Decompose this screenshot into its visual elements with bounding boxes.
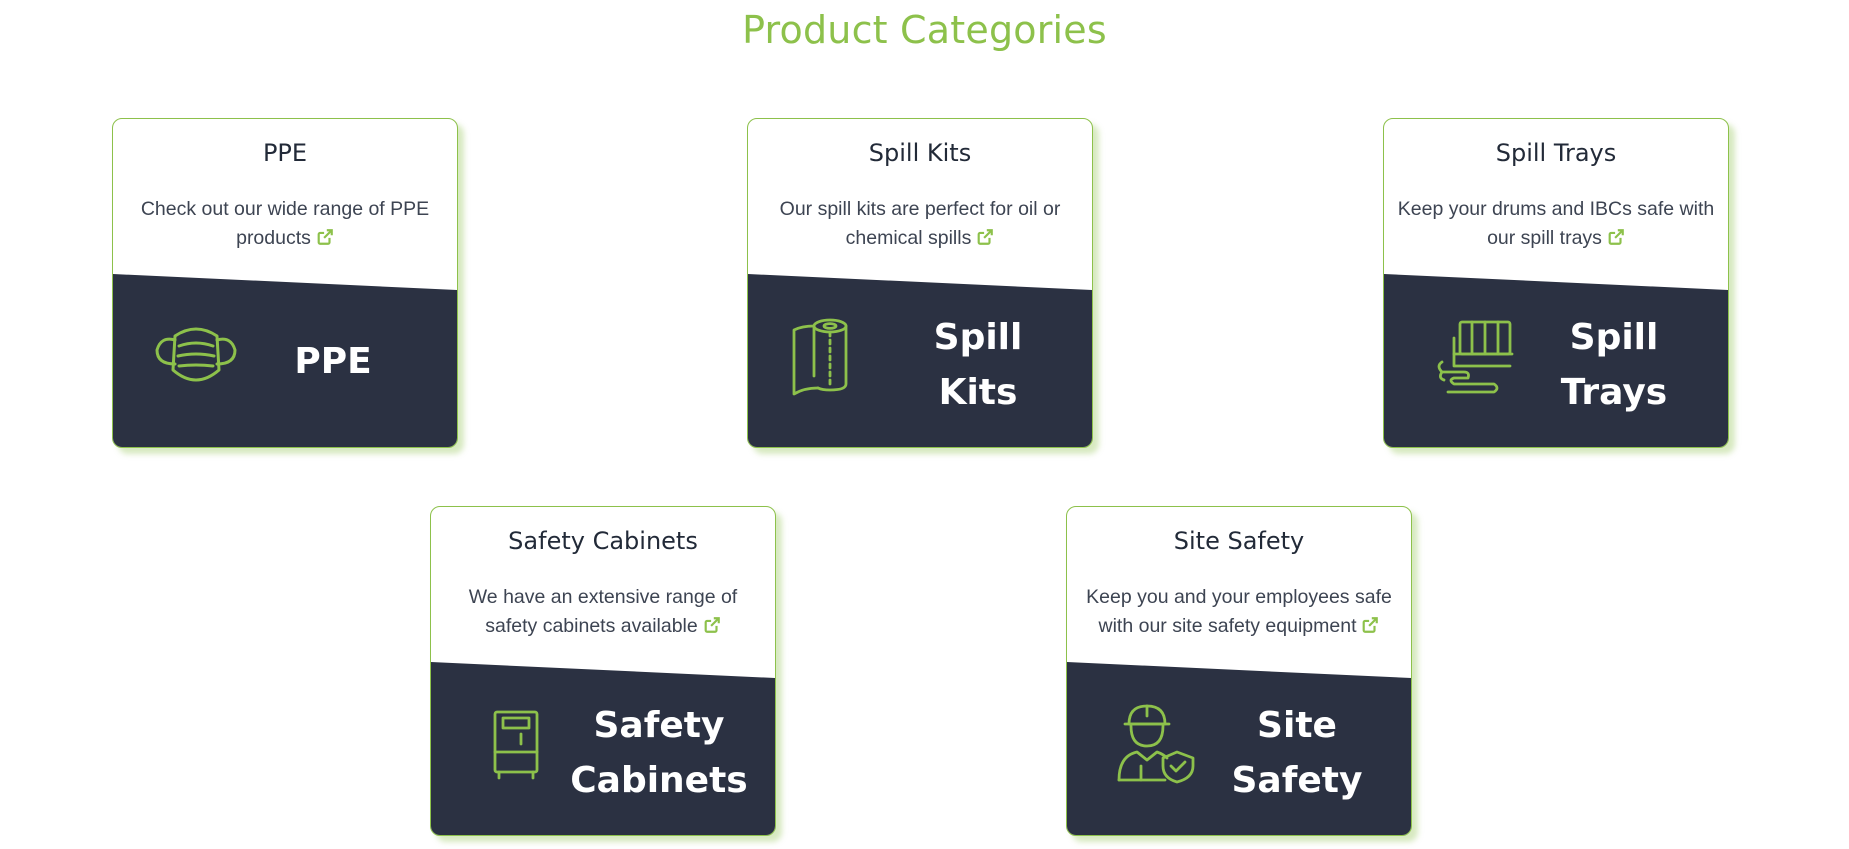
product-categories-section: Product Categories PPE Check out our wid… [0,0,1849,849]
category-card-spill-trays[interactable]: Spill Trays Keep your drums and IBCs saf… [1383,118,1729,448]
card-title: Safety Cabinets [508,527,698,555]
category-card-spill-kits[interactable]: Spill Kits Our spill kits are perfect fo… [747,118,1093,448]
card-image-panel: Site Safety [1067,662,1411,835]
card-description: Keep your drums and IBCs safe with our s… [1394,195,1718,253]
card-description: Our spill kits are perfect for oil or ch… [758,195,1082,253]
external-link-icon[interactable] [316,228,334,246]
card-image-panel: PPE [113,274,457,447]
category-card-ppe[interactable]: PPE Check out our wide range of PPE prod… [112,118,458,448]
category-card-site-safety[interactable]: Site Safety Keep you and your employees … [1066,506,1412,836]
face-mask-icon [155,327,237,382]
card-title: PPE [262,139,308,167]
card-description-text: Check out our wide range of PPE products [140,198,430,249]
category-card-safety-cabinets[interactable]: Safety Cabinets We have an extensive ran… [430,506,776,836]
card-description: Check out our wide range of PPE products [123,195,447,253]
card-image-panel: Spill Kits [748,274,1092,447]
card-image-panel: Safety Cabinets [431,662,775,835]
absorbent-roll-icon [792,318,848,396]
panel-label: Safety Cabinets [570,705,748,801]
worker-helmet-icon [1117,704,1195,784]
card-description: We have an extensive range of safety cab… [441,583,765,641]
panel-label: Spill Trays [1560,317,1668,413]
card-description-text: Keep you and your employees safe with ou… [1086,586,1392,637]
panel-label: Spill Kits [933,317,1023,413]
external-link-icon[interactable] [976,228,994,246]
external-link-icon[interactable] [1607,228,1625,246]
section-title: Product Categories [742,8,1107,52]
panel-label: Site Safety [1231,705,1363,801]
card-title: Site Safety [1173,527,1305,555]
spill-tray-icon [1437,320,1514,394]
card-description-text: We have an extensive range of safety cab… [468,586,738,637]
card-image-panel: Spill Trays [1384,274,1728,447]
card-description: Keep you and your employees safe with ou… [1077,583,1401,641]
external-link-icon[interactable] [703,616,721,634]
card-description-text: Our spill kits are perfect for oil or ch… [779,198,1061,249]
card-title: Spill Kits [868,139,972,167]
external-link-icon[interactable] [1361,616,1379,634]
card-title: Spill Trays [1495,139,1617,167]
safety-cabinet-icon [493,710,539,780]
card-description-text: Keep your drums and IBCs safe with our s… [1397,198,1715,249]
panel-label: PPE [294,341,372,382]
